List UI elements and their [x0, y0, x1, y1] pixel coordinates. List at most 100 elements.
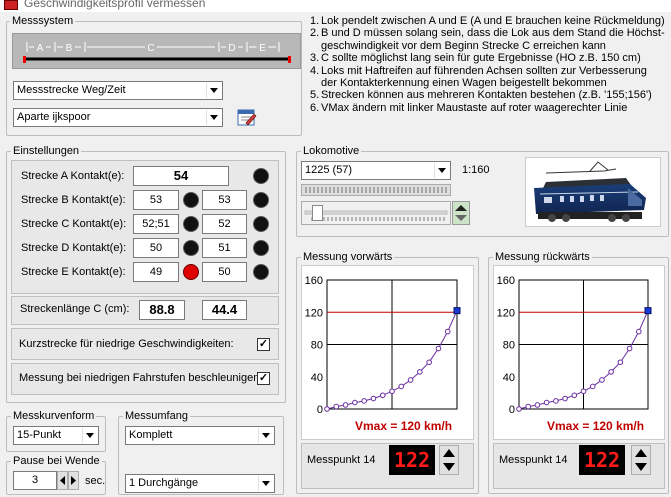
data-point[interactable]	[352, 399, 358, 406]
data-point[interactable]	[398, 383, 405, 390]
speed-bar-segment	[329, 187, 331, 193]
data-point[interactable]	[333, 403, 340, 410]
data-point[interactable]	[361, 398, 367, 404]
track-diagram-svg: A B C D E	[23, 42, 291, 63]
durchgaenge-value: 1 Durchgänge	[129, 477, 199, 489]
speed-bar-segment	[429, 187, 431, 193]
slider-thumb[interactable]	[312, 205, 324, 221]
arrow-up-icon[interactable]	[440, 446, 458, 460]
chevron-down-icon[interactable]	[206, 110, 221, 125]
data-point[interactable]	[553, 398, 559, 404]
pause-input[interactable]: 3	[13, 471, 57, 490]
arrow-down-icon[interactable]	[440, 460, 458, 474]
contact-end-input[interactable]: 50	[202, 262, 247, 282]
short-checkbox[interactable]: ✓	[257, 338, 270, 351]
data-point[interactable]	[543, 399, 550, 406]
data-point[interactable]	[370, 395, 377, 402]
length-half-value[interactable]: 44.4	[202, 300, 247, 320]
messumfang-select[interactable]: Komplett	[125, 426, 275, 445]
data-point[interactable]	[407, 377, 414, 383]
data-point[interactable]	[389, 388, 395, 395]
speed-bar-segment	[425, 187, 427, 193]
data-point[interactable]	[534, 402, 541, 408]
data-point[interactable]	[562, 395, 568, 402]
chevron-down-icon[interactable]	[82, 428, 97, 443]
chevron-down-icon[interactable]	[258, 476, 273, 491]
data-point[interactable]	[525, 403, 532, 410]
data-point[interactable]	[635, 328, 642, 335]
durchgaenge-select[interactable]: 1 Durchgänge	[125, 474, 275, 493]
instruction-text: der Kontakterkennung einen Wagen beigest…	[321, 77, 607, 90]
speed-bar-segment	[357, 187, 359, 193]
speed-bar-segment	[305, 187, 307, 193]
loco-select[interactable]: 1225 (57)	[301, 161, 451, 180]
edit-track-icon[interactable]	[237, 108, 257, 127]
segment-label: E	[259, 43, 266, 54]
messumfang-value: Komplett	[129, 429, 173, 441]
data-point[interactable]	[571, 392, 578, 399]
data-point[interactable]	[379, 392, 386, 399]
data-point[interactable]	[589, 383, 596, 390]
chevron-down-icon[interactable]	[434, 163, 449, 178]
data-point[interactable]	[580, 388, 587, 395]
mode-select[interactable]: Messstrecke Weg/Zeit	[13, 81, 223, 100]
data-point[interactable]	[599, 377, 605, 383]
speed-bar-segment	[333, 187, 335, 193]
contact-end-input[interactable]: 51	[202, 238, 247, 258]
speed-bar-segment	[321, 187, 323, 193]
messpunkt-spin-rueckwaerts[interactable]	[631, 445, 651, 475]
data-point[interactable]	[426, 359, 432, 366]
contact-start-input[interactable]: 53	[133, 190, 179, 210]
pause-unit: sec.	[85, 475, 106, 487]
vmax-vorwaerts: Vmax = 120 km/h	[355, 419, 453, 433]
segment-label: C	[147, 43, 154, 54]
speed-step-buttons[interactable]	[452, 201, 470, 225]
y-tick-label: 40	[503, 372, 515, 384]
speed-bar-segment	[393, 187, 395, 193]
accel-checkbox[interactable]: ✓	[257, 372, 270, 385]
instruction-number: 4.	[310, 64, 320, 77]
contact-a-input[interactable]: 54	[133, 166, 229, 186]
pause-increase-button[interactable]	[68, 471, 79, 490]
track-select[interactable]: Aparte ijkspoor	[13, 108, 223, 127]
contact-end-indicator	[253, 192, 269, 208]
messkurvenform-select[interactable]: 15-Punkt	[13, 426, 99, 445]
arrow-down-icon[interactable]	[632, 460, 650, 474]
data-point[interactable]	[626, 345, 633, 352]
pause-decrease-button[interactable]	[57, 471, 68, 490]
speed-bar-segment	[337, 187, 339, 193]
data-point[interactable]	[444, 328, 451, 335]
contact-start-input[interactable]: 50	[133, 238, 179, 258]
speed-bar-segment	[385, 187, 387, 193]
vmax-rueckwaerts: Vmax = 120 km/h	[547, 419, 645, 433]
messpunkt-spin-vorwaerts[interactable]	[439, 445, 459, 475]
instruction-number: 1.	[310, 15, 320, 27]
arrow-up-icon[interactable]	[632, 446, 650, 460]
chevron-down-icon[interactable]	[206, 83, 221, 98]
data-point-selected[interactable]	[644, 307, 652, 315]
data-point[interactable]	[324, 406, 330, 412]
speed-bar-segment	[445, 187, 447, 193]
speed-bar-segment	[421, 187, 423, 193]
chevron-down-icon[interactable]	[258, 428, 273, 443]
speed-bar-segment	[373, 187, 375, 193]
chart-vorwaerts-svg: 0 40 80 120 160	[305, 275, 461, 416]
data-point[interactable]	[435, 345, 442, 352]
speed-slider[interactable]	[301, 201, 451, 225]
data-point[interactable]	[342, 402, 349, 408]
instructions-list: 1. Lok pendelt zwischen A und E (A und E …	[310, 15, 665, 114]
contact-start-input[interactable]: 52;51	[133, 214, 179, 234]
contact-end-input[interactable]: 53	[202, 190, 247, 210]
contact-start-input[interactable]: 49	[133, 262, 179, 282]
contact-end-indicator	[253, 216, 269, 232]
locomotive-image	[525, 157, 661, 227]
data-point[interactable]	[608, 369, 614, 375]
pause-label: Pause bei Wende	[11, 455, 102, 467]
length-c-value[interactable]: 88.8	[139, 300, 185, 320]
contact-end-input[interactable]: 52	[202, 214, 247, 234]
speed-bar-segment	[389, 187, 391, 193]
data-point[interactable]	[417, 369, 423, 375]
data-point-selected[interactable]	[453, 307, 461, 315]
data-point[interactable]	[516, 406, 522, 412]
data-point[interactable]	[617, 359, 624, 366]
